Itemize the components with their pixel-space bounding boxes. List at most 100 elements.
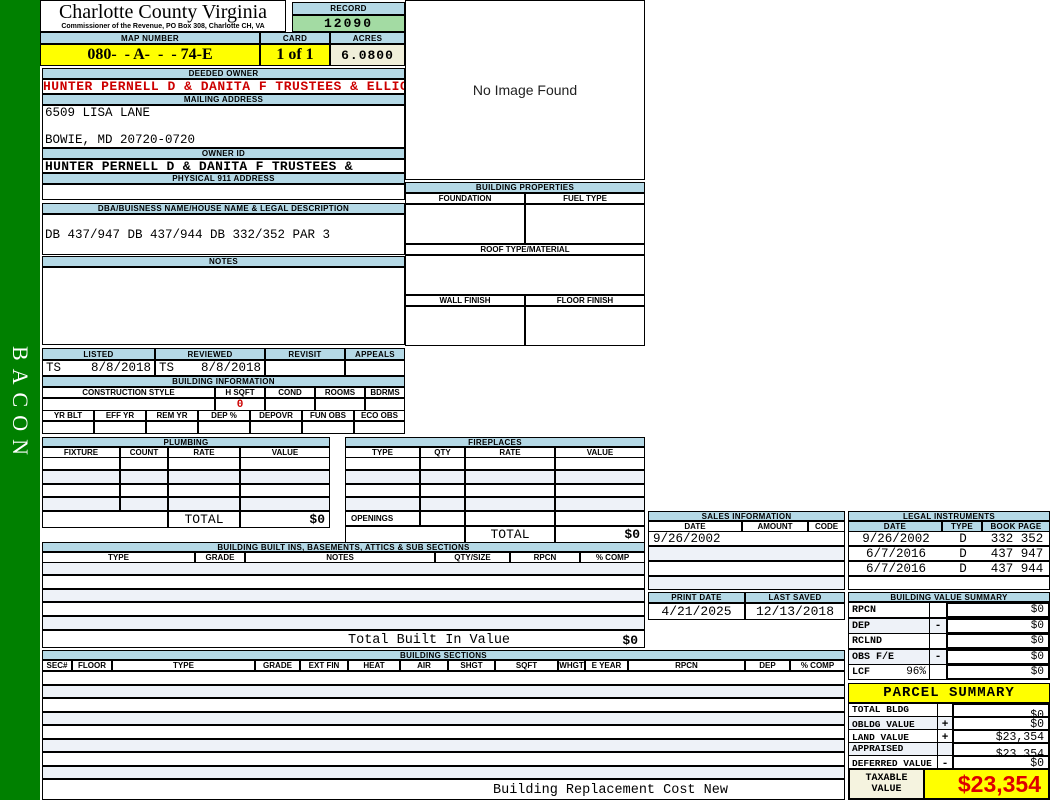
legal-row[interactable]: 6/7/2016 D 437 944	[848, 561, 1050, 576]
plumbing-header-row: FIXTURE COUNT RATE VALUE	[42, 447, 330, 458]
plumbing-row[interactable]	[42, 497, 330, 511]
notes-box[interactable]	[42, 267, 405, 345]
taxable-value-label: TAXABLE VALUE	[848, 768, 925, 800]
legal-row[interactable]: 6/7/2016 D 437 947	[848, 546, 1050, 561]
building-sections-footer-row: Building Replacement Cost New	[42, 779, 845, 800]
floor-label: FLOOR	[72, 660, 112, 671]
built-ins-row[interactable]	[42, 562, 645, 575]
acres-value[interactable]: 6.0800	[330, 44, 405, 66]
map-number-value[interactable]: 080- - A- - - 74-E	[40, 44, 260, 66]
header-title-box: Charlotte County Virginia Commissioner o…	[40, 0, 286, 32]
building-sections-row[interactable]	[42, 671, 845, 685]
wall-finish-value[interactable]	[405, 306, 525, 346]
record-label: RECORD	[292, 2, 405, 15]
mailing-address-label: MAILING ADDRESS	[42, 94, 405, 105]
effyr-label: EFF YR	[94, 410, 146, 421]
floor-finish-value[interactable]	[525, 306, 645, 346]
print-date-value[interactable]: 4/21/2025	[648, 603, 745, 620]
card-value[interactable]: 1 of 1	[260, 44, 330, 66]
revisit-value[interactable]	[265, 360, 345, 376]
fireplaces-row[interactable]	[345, 457, 645, 470]
sales-row[interactable]	[648, 576, 845, 590]
owner-id-label: OWNER ID	[42, 148, 405, 159]
fireplaces-total-label: TOTAL	[465, 526, 555, 543]
building-properties-title: BUILDING PROPERTIES	[405, 182, 645, 193]
legal-header-row: DATE TYPE BOOK PAGE	[848, 521, 1050, 532]
openings-label: OPENINGS	[345, 511, 420, 526]
funobs-label: FUN OBS	[302, 410, 354, 421]
parcel-summary-title: PARCEL SUMMARY	[848, 683, 1050, 703]
yrblt-label: YR BLT	[42, 410, 94, 421]
record-value[interactable]: 12090	[292, 15, 405, 32]
built-ins-row[interactable]	[42, 589, 645, 602]
building-sections-row[interactable]	[42, 712, 845, 725]
no-image-text: No Image Found	[472, 82, 578, 98]
built-ins-row[interactable]	[42, 575, 645, 589]
effyr-value[interactable]	[94, 421, 146, 434]
last-saved-value[interactable]: 12/13/2018	[745, 603, 845, 620]
building-replacement-label: Building Replacement Cost New	[493, 783, 728, 798]
foundation-value[interactable]	[405, 204, 525, 244]
building-sections-row[interactable]	[42, 698, 845, 712]
sales-row[interactable]: 9/26/2002	[648, 531, 845, 546]
depovr-value[interactable]	[250, 421, 302, 434]
owner-id-value[interactable]: HUNTER PERNELL D & DANITA F TRUSTEES &	[42, 159, 405, 173]
dba-box[interactable]: DB 437/947 DB 437/944 DB 332/352 PAR 3	[42, 214, 405, 255]
reviewed-value[interactable]: TS 8/8/2018	[155, 360, 265, 376]
reviewed-label: REVIEWED	[155, 348, 265, 360]
remyr-label: REM YR	[146, 410, 198, 421]
fireplaces-row[interactable]	[345, 484, 645, 497]
legal-row[interactable]: 9/26/2002 D 332 352	[848, 531, 1050, 546]
roof-type-value[interactable]	[405, 255, 645, 295]
dba-label: DBA/BUISNESS NAME/HOUSE NAME & LEGAL DES…	[42, 203, 405, 214]
built-ins-row[interactable]	[42, 616, 645, 630]
building-sections-row[interactable]	[42, 685, 845, 698]
ps-row-obldg: OBLDG VALUE + $0	[848, 716, 1050, 733]
construction-style-label: CONSTRUCTION STYLE	[42, 387, 215, 398]
deeded-owner-value[interactable]: HUNTER PERNELL D & DANITA F TRUSTEES & E…	[42, 79, 405, 94]
funobs-value[interactable]	[302, 421, 354, 434]
ps-row-totalbldg: TOTAL BLDG VALUE $0	[848, 703, 1050, 727]
plumbing-row[interactable]	[42, 470, 330, 484]
listed-value[interactable]: TS 8/8/2018	[42, 360, 155, 376]
mailing-address-box[interactable]: 6509 LISA LANE BOWIE, MD 20720-0720	[42, 105, 405, 148]
yrblt-value[interactable]	[42, 421, 94, 434]
building-sections-row[interactable]	[42, 739, 845, 752]
fireplaces-total-value: $0	[555, 526, 645, 543]
rpcn-label: RPCN	[628, 660, 745, 671]
plumbing-row[interactable]	[42, 457, 330, 470]
appeals-value[interactable]	[345, 360, 405, 376]
fireplaces-row[interactable]	[345, 470, 645, 484]
dep-pct-value[interactable]	[198, 421, 250, 434]
building-sections-row[interactable]	[42, 766, 845, 779]
building-sections-row[interactable]	[42, 752, 845, 766]
built-ins-total-label: Total Built In Value	[348, 633, 511, 648]
fireplaces-row[interactable]	[345, 497, 645, 511]
plumbing-row[interactable]	[42, 484, 330, 497]
sales-row[interactable]	[648, 561, 845, 576]
sales-row[interactable]	[648, 546, 845, 561]
physical-911-label: PHYSICAL 911 ADDRESS	[42, 173, 405, 184]
ecoobs-value[interactable]	[354, 421, 405, 434]
notes-label: NOTES	[42, 256, 405, 267]
openings-value[interactable]	[420, 511, 465, 526]
bdrms-label: BDRMS	[365, 387, 405, 398]
extfin-label: EXT FIN	[300, 660, 348, 671]
building-sections-row[interactable]	[42, 725, 845, 739]
taxable-value-amount[interactable]: $23,354	[925, 768, 1050, 800]
legal-title: LEGAL INSTRUMENTS	[848, 511, 1050, 521]
building-sections-title: BUILDING SECTIONS	[42, 650, 845, 660]
fuel-type-value[interactable]	[525, 204, 645, 244]
physical-911-box[interactable]	[42, 184, 405, 200]
fireplaces-title: FIREPLACES	[345, 437, 645, 447]
review-value-row: TS 8/8/2018 TS 8/8/2018	[42, 360, 405, 376]
fireplaces-total-row: TOTAL $0	[345, 526, 645, 543]
ps-row-deferred: DEFERRED VALUE - $0	[848, 755, 1050, 772]
remyr-value[interactable]	[146, 421, 198, 434]
plumbing-total-value: $0	[240, 511, 330, 528]
grade-label: GRADE	[255, 660, 300, 671]
card-label: CARD	[260, 32, 330, 44]
legal-row[interactable]	[848, 576, 1050, 590]
building-info-value-row1: 0	[42, 398, 405, 412]
built-ins-row[interactable]	[42, 602, 645, 616]
